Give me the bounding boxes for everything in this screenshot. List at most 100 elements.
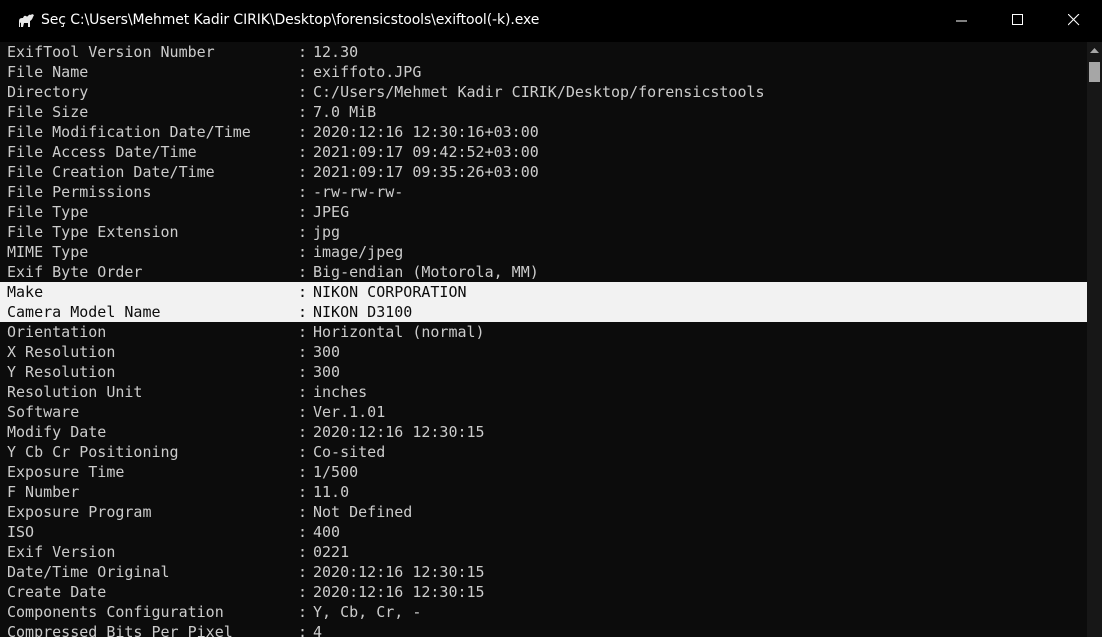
tag-value: NIKON D3100: [313, 303, 413, 321]
tag-name: File Size: [7, 103, 89, 121]
tag-name: Orientation: [7, 323, 107, 341]
console-line: Date/Time Original:2020:12:16 12:30:15: [0, 562, 1087, 582]
tag-value: Y, Cb, Cr, -: [313, 603, 422, 621]
tag-value: 300: [313, 363, 341, 381]
tag-name: File Access Date/Time: [7, 143, 197, 161]
tag-value: 1/500: [313, 463, 359, 481]
separator: :: [298, 443, 308, 461]
tag-value: Ver.1.01: [313, 403, 386, 421]
tag-name: ExifTool Version Number: [7, 43, 215, 61]
maximize-button[interactable]: [994, 0, 1044, 42]
separator: :: [298, 623, 308, 637]
tag-name: Components Configuration: [7, 603, 224, 621]
console-line: Software: Ver.1.01: [0, 402, 1087, 422]
tag-name: File Type: [7, 203, 89, 221]
console-line: File Permissions: -rw-rw-rw-: [0, 182, 1087, 202]
title-bar[interactable]: Seç C:\Users\Mehmet Kadir CIRIK\Desktop\…: [0, 0, 1102, 42]
minimize-button[interactable]: [938, 0, 988, 42]
console-line: Orientation: Horizontal (normal): [0, 322, 1087, 342]
tag-value: Horizontal (normal): [313, 323, 485, 341]
separator: :: [298, 83, 308, 101]
console-window: Seç C:\Users\Mehmet Kadir CIRIK\Desktop\…: [0, 0, 1102, 637]
tag-name: Y Cb Cr Positioning: [7, 443, 179, 461]
tag-value: 7.0 MiB: [313, 103, 377, 121]
console-line: Directory: C:/Users/Mehmet Kadir CIRIK/De…: [0, 82, 1087, 102]
separator: :: [298, 103, 308, 121]
console-line: Exif Version:0221: [0, 542, 1087, 562]
tag-name: Directory: [7, 83, 89, 101]
console-line: Exposure Time:1/500: [0, 462, 1087, 482]
console-line: Y Cb Cr Positioning: Co-sited: [0, 442, 1087, 462]
tag-value: NIKON CORPORATION: [313, 283, 467, 301]
tag-name: Exposure Program: [7, 503, 152, 521]
console-line: File Modification Date/Time:2020:12:16 1…: [0, 122, 1087, 142]
tag-value: jpg: [313, 223, 341, 241]
separator: :: [298, 283, 308, 301]
tag-name: Modify Date: [7, 423, 107, 441]
tag-value: Co-sited: [313, 443, 386, 461]
separator: :: [298, 403, 308, 421]
separator: :: [298, 463, 308, 481]
separator: :: [298, 343, 308, 361]
close-button[interactable]: [1050, 0, 1100, 42]
console-line: Exif Byte Order: Big-endian (Motorola, MM…: [0, 262, 1087, 282]
console-line: File Creation Date/Time:2021:09:17 09:35…: [0, 162, 1087, 182]
tag-value: Big-endian (Motorola, MM): [313, 263, 539, 281]
tag-value: 2021:09:17 09:35:26+03:00: [313, 163, 539, 181]
tag-name: X Resolution: [7, 343, 116, 361]
console-line: Exposure Program: Not Defined: [0, 502, 1087, 522]
tag-name: Exif Version: [7, 543, 116, 561]
console-line: File Name: exiffoto.JPG: [0, 62, 1087, 82]
separator: :: [298, 503, 308, 521]
separator: :: [298, 43, 308, 61]
separator: :: [298, 363, 308, 381]
console-line: File Type: JPEG: [0, 202, 1087, 222]
tag-name: File Type Extension: [7, 223, 179, 241]
camel-icon: [16, 11, 36, 31]
tag-name: Exposure Time: [7, 463, 125, 481]
console-line: F Number:11.0: [0, 482, 1087, 502]
tag-value: 4: [313, 623, 323, 637]
minimize-icon: [956, 20, 967, 22]
vertical-scrollbar[interactable]: [1087, 42, 1102, 637]
console-line: ExifTool Version Number:12.30: [0, 42, 1087, 62]
console-line: File Access Date/Time:2021:09:17 09:42:5…: [0, 142, 1087, 162]
tag-value: JPEG: [313, 203, 350, 221]
maximize-icon: [1012, 14, 1023, 25]
tag-value: 2020:12:16 12:30:15: [313, 563, 485, 581]
tag-name: Create Date: [7, 583, 107, 601]
console-line: MIME Type: image/jpeg: [0, 242, 1087, 262]
tag-name: MIME Type: [7, 243, 89, 261]
console-line: Resolution Unit: inches: [0, 382, 1087, 402]
separator: :: [298, 323, 308, 341]
tag-name: File Creation Date/Time: [7, 163, 215, 181]
tag-name: Compressed Bits Per Pixel: [7, 623, 233, 637]
tag-name: Software: [7, 403, 80, 421]
separator: :: [298, 143, 308, 161]
separator: :: [298, 303, 308, 321]
tag-value: image/jpeg: [313, 243, 404, 261]
tag-name: Exif Byte Order: [7, 263, 143, 281]
tag-name: Camera Model Name: [7, 303, 161, 321]
console-line: Create Date:2020:12:16 12:30:15: [0, 582, 1087, 602]
scroll-thumb[interactable]: [1089, 62, 1100, 82]
tag-name: ISO: [7, 523, 35, 541]
separator: :: [298, 543, 308, 561]
console-line: File Size:7.0 MiB: [0, 102, 1087, 122]
console-line: Compressed Bits Per Pixel:4: [0, 622, 1087, 637]
close-icon: [1068, 14, 1080, 26]
scroll-up-button[interactable]: [1087, 42, 1102, 60]
console-line: ISO:400: [0, 522, 1087, 542]
tag-name: File Modification Date/Time: [7, 123, 251, 141]
console-output[interactable]: ExifTool Version Number:12.30 File Name: e…: [0, 42, 1087, 637]
console-line: Camera Model Name: NIKON D3100: [0, 302, 1087, 322]
console-line: Make: NIKON CORPORATION: [0, 282, 1087, 302]
tag-name: Make: [7, 283, 44, 301]
tag-value: 300: [313, 343, 341, 361]
separator: :: [298, 523, 308, 541]
tag-value: 2020:12:16 12:30:16+03:00: [313, 123, 539, 141]
separator: :: [298, 483, 308, 501]
separator: :: [298, 183, 308, 201]
separator: :: [298, 223, 308, 241]
separator: :: [298, 243, 308, 261]
